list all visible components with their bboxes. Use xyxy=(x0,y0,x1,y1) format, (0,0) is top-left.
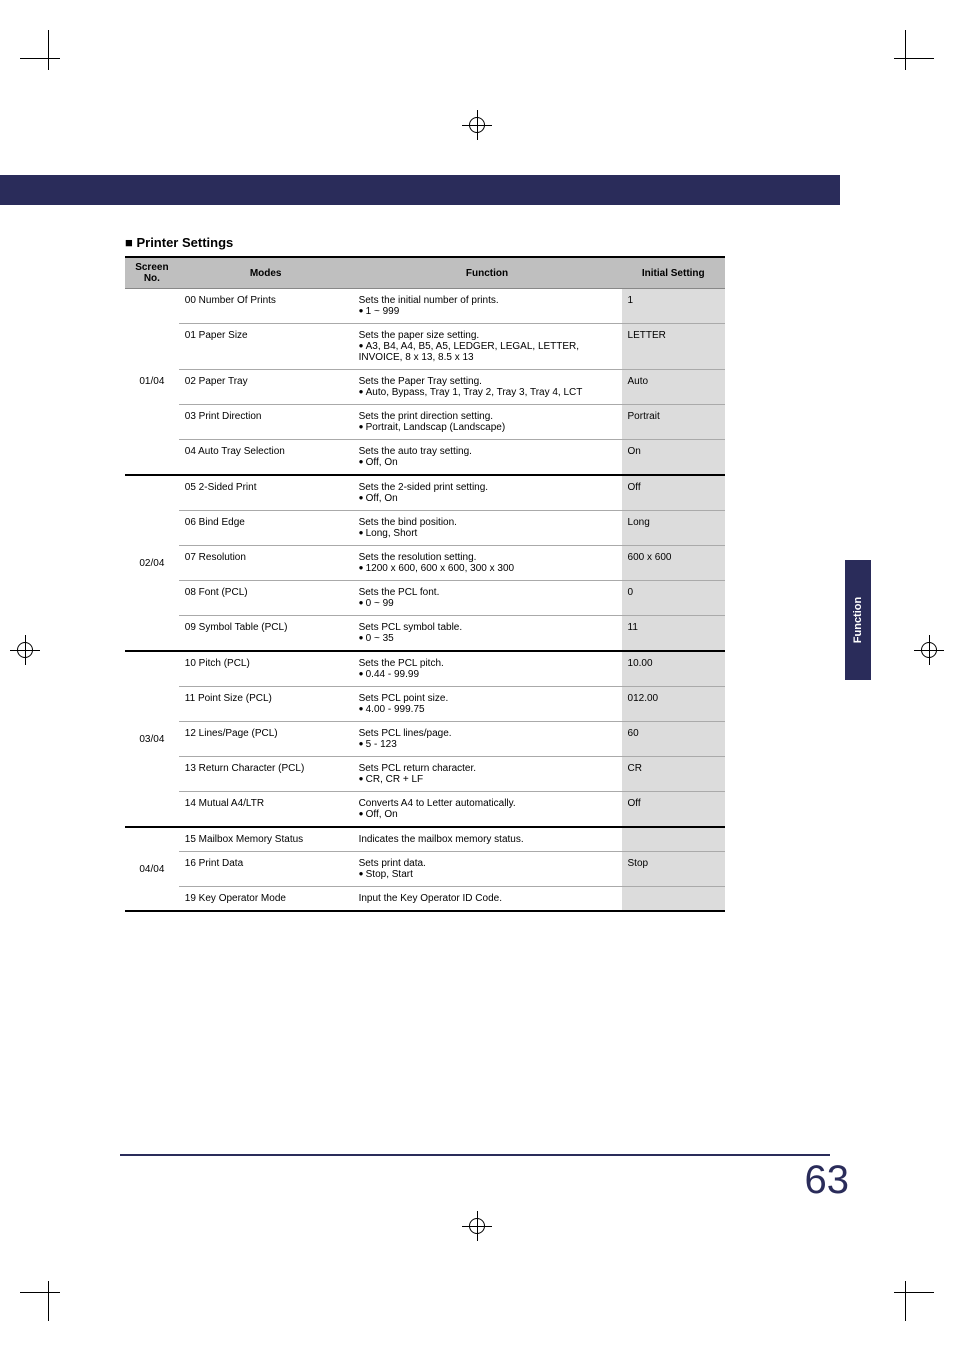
initial-setting-cell: Auto xyxy=(622,370,725,405)
function-cell: Sets the Paper Tray setting.Auto, Bypass… xyxy=(353,370,622,405)
screen-no-cell: 03/04 xyxy=(125,651,179,827)
function-cell: Converts A4 to Letter automatically.Off,… xyxy=(353,792,622,828)
side-tab-label: Function xyxy=(852,597,864,643)
registration-mark-top xyxy=(462,110,492,140)
mode-cell: 08 Font (PCL) xyxy=(179,581,353,616)
initial-setting-cell: Portrait xyxy=(622,405,725,440)
function-cell: Sets print data.Stop, Start xyxy=(353,852,622,887)
mode-cell: 10 Pitch (PCL) xyxy=(179,651,353,687)
mode-cell: 06 Bind Edge xyxy=(179,511,353,546)
function-cell: Sets PCL symbol table.0 ~ 35 xyxy=(353,616,622,652)
screen-no-cell: 01/04 xyxy=(125,289,179,476)
function-cell: Indicates the mailbox memory status. xyxy=(353,827,622,852)
initial-setting-cell: 600 x 600 xyxy=(622,546,725,581)
th-modes: Modes xyxy=(179,257,353,289)
section-title: ■ Printer Settings xyxy=(125,235,725,250)
mode-cell: 11 Point Size (PCL) xyxy=(179,687,353,722)
mode-cell: 02 Paper Tray xyxy=(179,370,353,405)
initial-setting-cell: Off xyxy=(622,792,725,828)
function-cell: Sets the print direction setting.Portrai… xyxy=(353,405,622,440)
initial-setting-cell: 0 xyxy=(622,581,725,616)
registration-mark-right xyxy=(914,635,944,665)
mode-cell: 14 Mutual A4/LTR xyxy=(179,792,353,828)
initial-setting-cell: LETTER xyxy=(622,324,725,370)
function-cell: Sets the resolution setting.1200 x 600, … xyxy=(353,546,622,581)
function-cell: Sets the auto tray setting.Off, On xyxy=(353,440,622,476)
function-cell: Sets the PCL font.0 ~ 99 xyxy=(353,581,622,616)
side-tab-function: Function xyxy=(845,560,871,680)
registration-mark-bottom xyxy=(462,1211,492,1241)
header-bar xyxy=(0,175,840,205)
page-number: 63 xyxy=(805,1158,850,1203)
function-cell: Sets the PCL pitch.0.44 - 99.99 xyxy=(353,651,622,687)
page-footer-line xyxy=(120,1154,830,1156)
settings-table: Screen No. Modes Function Initial Settin… xyxy=(125,256,725,912)
registration-mark-left xyxy=(10,635,40,665)
initial-setting-cell: 012.00 xyxy=(622,687,725,722)
initial-setting-cell: Stop xyxy=(622,852,725,887)
function-cell: Sets PCL point size.4.00 - 999.75 xyxy=(353,687,622,722)
initial-setting-cell: 10.00 xyxy=(622,651,725,687)
function-cell: Sets the 2-sided print setting.Off, On xyxy=(353,475,622,511)
mode-cell: 04 Auto Tray Selection xyxy=(179,440,353,476)
th-initial: Initial Setting xyxy=(622,257,725,289)
initial-setting-cell: On xyxy=(622,440,725,476)
initial-setting-cell xyxy=(622,887,725,912)
mode-cell: 16 Print Data xyxy=(179,852,353,887)
mode-cell: 05 2-Sided Print xyxy=(179,475,353,511)
initial-setting-cell: Off xyxy=(622,475,725,511)
mode-cell: 12 Lines/Page (PCL) xyxy=(179,722,353,757)
th-screen-no: Screen No. xyxy=(125,257,179,289)
initial-setting-cell: Long xyxy=(622,511,725,546)
screen-no-cell: 04/04 xyxy=(125,827,179,911)
function-cell: Sets the bind position.Long, Short xyxy=(353,511,622,546)
initial-setting-cell xyxy=(622,827,725,852)
initial-setting-cell: 11 xyxy=(622,616,725,652)
initial-setting-cell: 1 xyxy=(622,289,725,324)
mode-cell: 07 Resolution xyxy=(179,546,353,581)
content-area: ■ Printer Settings Screen No. Modes Func… xyxy=(125,235,725,912)
function-cell: Input the Key Operator ID Code. xyxy=(353,887,622,912)
mode-cell: 03 Print Direction xyxy=(179,405,353,440)
mode-cell: 01 Paper Size xyxy=(179,324,353,370)
function-cell: Sets the initial number of prints.1 ~ 99… xyxy=(353,289,622,324)
mode-cell: 13 Return Character (PCL) xyxy=(179,757,353,792)
function-cell: Sets PCL return character.CR, CR + LF xyxy=(353,757,622,792)
mode-cell: 15 Mailbox Memory Status xyxy=(179,827,353,852)
initial-setting-cell: 60 xyxy=(622,722,725,757)
function-cell: Sets PCL lines/page.5 - 123 xyxy=(353,722,622,757)
mode-cell: 19 Key Operator Mode xyxy=(179,887,353,912)
screen-no-cell: 02/04 xyxy=(125,475,179,651)
function-cell: Sets the paper size setting.A3, B4, A4, … xyxy=(353,324,622,370)
th-function: Function xyxy=(353,257,622,289)
mode-cell: 09 Symbol Table (PCL) xyxy=(179,616,353,652)
initial-setting-cell: CR xyxy=(622,757,725,792)
mode-cell: 00 Number Of Prints xyxy=(179,289,353,324)
